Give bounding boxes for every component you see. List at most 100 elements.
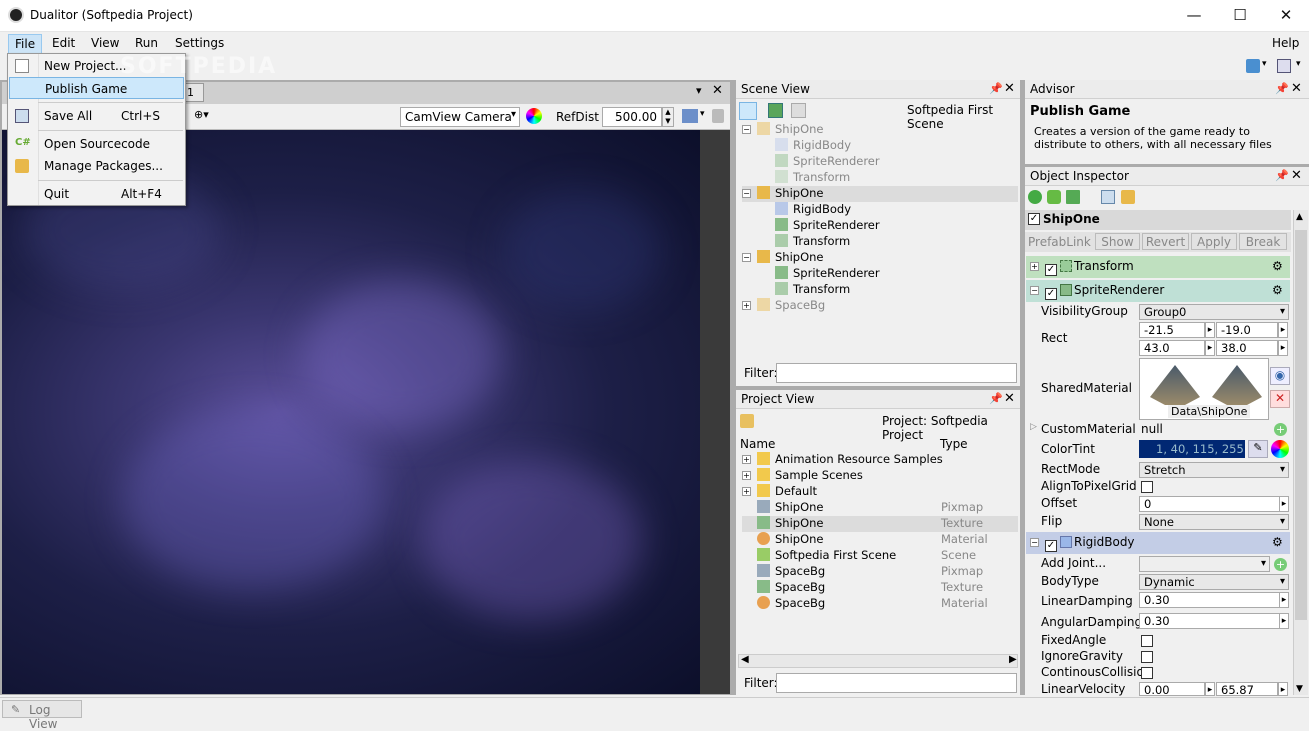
scene-tree-item[interactable]: Transform (760, 170, 1018, 186)
close-icon[interactable]: ✕ (1004, 391, 1015, 406)
view-icon[interactable]: ◉ (1270, 367, 1290, 385)
project-filter-input[interactable] (776, 673, 1017, 693)
sort-icon[interactable] (1066, 190, 1080, 204)
sync-icon[interactable] (1246, 59, 1260, 73)
linear-velocity-y-input[interactable]: 65.87 (1216, 682, 1278, 697)
rigidbody-checkbox[interactable]: ✓ (1045, 540, 1057, 552)
refdist-stepper[interactable]: ▲ ▼ (662, 107, 674, 127)
transform-section[interactable]: + ✓ Transform ⚙ (1026, 256, 1290, 278)
scene-tree-item[interactable]: RigidBody (760, 138, 1018, 154)
collapse-icon[interactable]: − (742, 253, 751, 262)
visibility-group-select[interactable]: Group0 (1139, 304, 1289, 320)
close-icon[interactable]: ✕ (1291, 168, 1302, 183)
scene-tree-item[interactable]: SpriteRenderer (760, 154, 1018, 170)
collapse-icon[interactable]: − (742, 189, 751, 198)
pin-icon[interactable]: 📌 (989, 392, 1003, 405)
menu-item-quit[interactable]: Quit Alt+F4 (9, 183, 184, 205)
gear-icon[interactable]: ⚙ (1272, 283, 1283, 297)
rect-y-stepper[interactable]: ▸ (1278, 322, 1288, 338)
flip-select[interactable]: None (1139, 514, 1289, 530)
scene-tree-item[interactable]: SpriteRenderer (760, 266, 1018, 282)
close-button[interactable]: ✕ (1263, 0, 1309, 31)
gear-icon[interactable]: ⚙ (1272, 535, 1283, 549)
dropdown-arrow-icon[interactable]: ▾ (696, 84, 702, 97)
close-icon[interactable]: ✕ (712, 83, 723, 98)
expand-icon[interactable]: + (742, 301, 751, 310)
project-tree-item[interactable]: SpaceBg Pixmap (742, 564, 1018, 580)
color-wheel-icon[interactable] (1271, 440, 1289, 458)
clear-icon[interactable]: ✕ (1270, 390, 1290, 408)
rect-w-stepper[interactable]: ▸ (1205, 340, 1215, 356)
project-tree-item[interactable]: SpaceBg Material (742, 596, 1018, 612)
scroll-up-icon[interactable]: ▲ (1296, 212, 1303, 222)
object-icon[interactable] (739, 102, 757, 120)
add-object-icon[interactable] (768, 103, 783, 118)
refresh-icon[interactable] (1028, 190, 1042, 204)
snap-icon[interactable]: ⊕▾ (194, 108, 209, 121)
show-button[interactable]: Show (1095, 233, 1140, 250)
scene-tree-item[interactable]: Transform (760, 234, 1018, 250)
offset-stepper[interactable]: ▸ (1279, 496, 1289, 512)
refdist-input[interactable]: 500.00 (602, 107, 662, 127)
align-checkbox[interactable] (1141, 481, 1153, 493)
expand-arrow-icon[interactable]: ▷ (1030, 422, 1037, 432)
inspector-scrollbar[interactable]: ▲ ▼ (1293, 210, 1308, 695)
sprite-renderer-section[interactable]: − ✓ SpriteRenderer ⚙ (1026, 280, 1290, 302)
render-mode-icon[interactable] (682, 109, 698, 123)
rect-x-input[interactable]: -21.5 (1139, 322, 1205, 338)
maximize-button[interactable]: ☐ (1217, 0, 1263, 31)
pin-icon[interactable]: 📌 (989, 82, 1003, 95)
menu-item-save-all[interactable]: Save All Ctrl+S (9, 105, 184, 127)
project-tree-item[interactable]: + Default (742, 484, 1018, 500)
rect-mode-select[interactable]: Stretch (1139, 462, 1289, 478)
menu-view[interactable]: View (85, 34, 125, 54)
lock-icon[interactable] (712, 109, 724, 123)
project-tree-item[interactable]: + Sample Scenes (742, 468, 1018, 484)
project-tree-item[interactable]: + Animation Resource Samples (742, 452, 1018, 468)
dropdown-arrow-icon[interactable]: ▾ (700, 109, 705, 119)
scene-tree-item[interactable]: − ShipOne (742, 250, 1018, 266)
rect-w-input[interactable]: 43.0 (1139, 340, 1205, 356)
scene-tree-item[interactable]: RigidBody (760, 202, 1018, 218)
scene-tree-item[interactable]: Transform (760, 282, 1018, 298)
add-icon[interactable]: + (1274, 558, 1287, 571)
angular-damping-stepper[interactable]: ▸ (1279, 613, 1289, 629)
project-tree-item[interactable]: SpaceBg Texture (742, 580, 1018, 596)
lock-icon[interactable] (1121, 190, 1135, 204)
add-icon[interactable]: + (1274, 423, 1287, 436)
log-view-tab[interactable]: ✎ Log View (2, 700, 82, 731)
column-type[interactable]: Type (940, 437, 968, 451)
collapse-icon[interactable]: − (742, 125, 751, 134)
close-icon[interactable]: ✕ (1291, 81, 1302, 96)
project-tree-item[interactable]: ShipOne Pixmap (742, 500, 1018, 516)
menu-item-manage-packages[interactable]: Manage Packages... (9, 155, 184, 177)
linear-damping-stepper[interactable]: ▸ (1279, 592, 1289, 608)
scroll-down-icon[interactable]: ▼ (1296, 684, 1303, 694)
dropdown-arrow-icon[interactable]: ▾ (1296, 59, 1301, 69)
color-picker-icon[interactable]: ✎ (1248, 440, 1268, 458)
copy-icon[interactable] (1101, 190, 1115, 204)
menu-help[interactable]: Help (1266, 34, 1305, 54)
expand-icon[interactable]: + (742, 487, 751, 496)
scene-tree[interactable]: − ShipOne RigidBody SpriteRenderer Transform… (736, 122, 1020, 362)
pin-icon[interactable]: 📌 (1275, 82, 1289, 95)
project-tree-item[interactable]: ShipOne Texture (742, 516, 1018, 532)
settings-icon[interactable] (1047, 190, 1061, 204)
menu-item-publish-game[interactable]: Publish Game (9, 77, 184, 99)
menu-run[interactable]: Run (129, 34, 164, 54)
expand-icon[interactable]: + (1030, 262, 1039, 271)
column-name[interactable]: Name (740, 437, 775, 451)
scene-tree-item[interactable]: + SpaceBg (742, 298, 1018, 314)
rect-y-input[interactable]: -19.0 (1216, 322, 1278, 338)
minimize-button[interactable]: — (1171, 0, 1217, 31)
linear-velocity-x-input[interactable]: 0.00 (1139, 682, 1205, 697)
apply-button[interactable]: Apply (1191, 233, 1237, 250)
horizontal-scrollbar[interactable]: ◀ ▶ (738, 654, 1018, 668)
scroll-thumb[interactable] (1295, 230, 1307, 620)
ignore-gravity-checkbox[interactable] (1141, 651, 1153, 663)
dropdown-arrow-icon[interactable]: ▾ (1262, 59, 1267, 69)
project-tree-item[interactable]: Softpedia First Scene Scene (742, 548, 1018, 564)
rect-h-input[interactable]: 38.0 (1216, 340, 1278, 356)
linear-damping-input[interactable]: 0.30 (1139, 592, 1280, 608)
object-active-checkbox[interactable]: ✓ (1028, 213, 1040, 225)
